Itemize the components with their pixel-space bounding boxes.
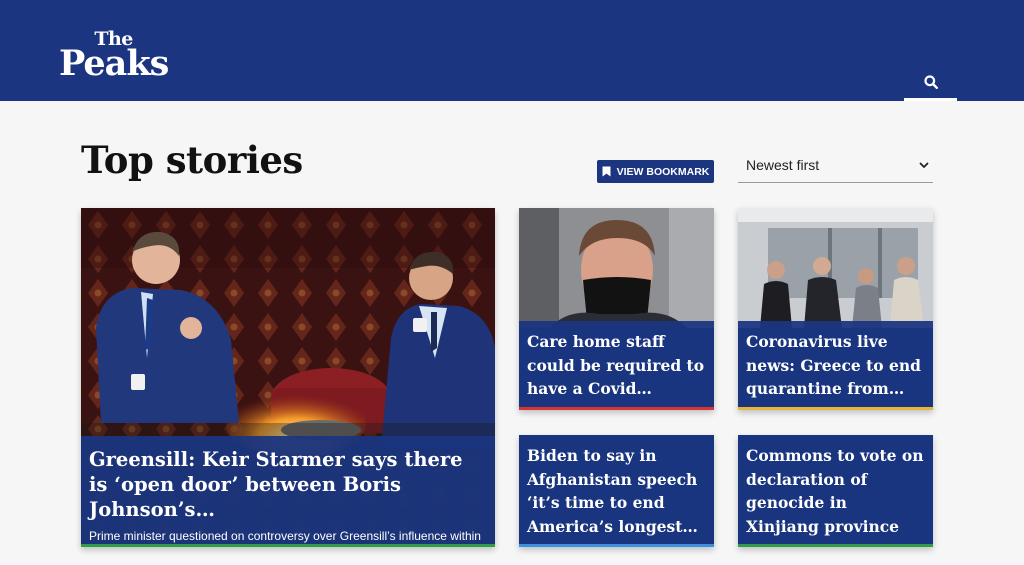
- story-accent-bar: [738, 544, 933, 547]
- story-panel: Coronavirus live news: Greece to end qua…: [738, 321, 933, 410]
- logo-line-peaks: Peaks: [59, 43, 169, 84]
- story-card-featured[interactable]: Greensill: Keir Starmer says there is ‘o…: [81, 208, 495, 547]
- story-panel: Commons to vote on declaration of genoci…: [738, 435, 933, 547]
- story-headline[interactable]: Greensill: Keir Starmer says there is ‘o…: [89, 447, 487, 522]
- chevron-down-icon: [919, 162, 929, 168]
- story-headline[interactable]: Care home staff could be required to hav…: [527, 330, 706, 401]
- bookmark-icon: [602, 166, 611, 177]
- sort-selected-value: Newest first: [746, 157, 820, 173]
- story-accent-bar: [81, 544, 495, 547]
- story-headline[interactable]: Commons to vote on declaration of genoci…: [746, 444, 925, 538]
- story-accent-bar: [519, 544, 714, 547]
- story-card[interactable]: Coronavirus live news: Greece to end qua…: [738, 208, 933, 410]
- search-button[interactable]: [904, 66, 957, 101]
- story-card[interactable]: Care home staff could be required to hav…: [519, 208, 714, 410]
- story-accent-bar: [738, 407, 933, 410]
- view-bookmark-label: VIEW BOOKMARK: [616, 165, 710, 178]
- story-image: [519, 208, 714, 328]
- story-card[interactable]: Biden to say in Afghanistan speech ‘it’s…: [519, 435, 714, 547]
- site-logo[interactable]: The Peaks: [59, 30, 169, 84]
- story-panel: Biden to say in Afghanistan speech ‘it’s…: [519, 435, 714, 547]
- story-accent-bar: [519, 407, 714, 410]
- sort-dropdown[interactable]: Newest first: [738, 148, 933, 183]
- story-headline[interactable]: Coronavirus live news: Greece to end qua…: [746, 330, 925, 401]
- page-title: Top stories: [81, 138, 303, 182]
- story-card[interactable]: Commons to vote on declaration of genoci…: [738, 435, 933, 547]
- story-image: [738, 208, 933, 328]
- site-header: The Peaks: [0, 0, 1024, 101]
- search-icon: [923, 75, 938, 89]
- story-panel: Greensill: Keir Starmer says there is ‘o…: [81, 436, 495, 547]
- story-headline[interactable]: Biden to say in Afghanistan speech ‘it’s…: [527, 444, 706, 538]
- story-panel: Care home staff could be required to hav…: [519, 321, 714, 410]
- view-bookmark-button[interactable]: VIEW BOOKMARK: [597, 160, 714, 183]
